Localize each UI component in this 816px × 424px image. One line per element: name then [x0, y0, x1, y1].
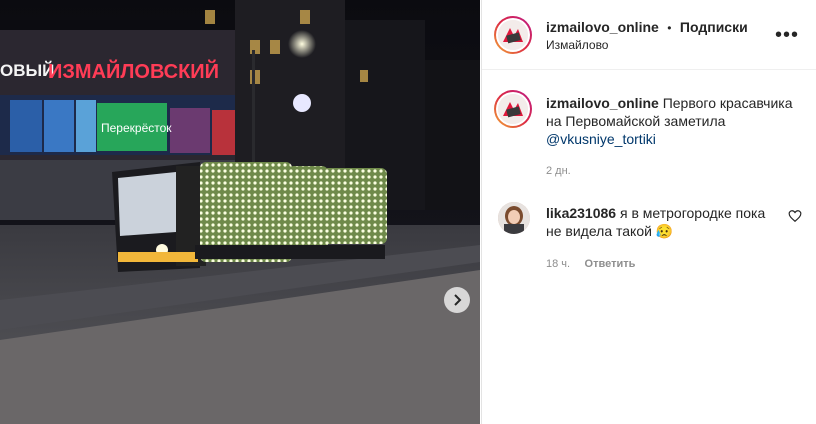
reply-button[interactable]: Ответить	[585, 258, 636, 270]
storefront-prefix: ОВЫЙ	[0, 61, 54, 80]
post-header: izmailovo_online • Подписки Измайлово ••…	[482, 0, 816, 70]
commenter-avatar[interactable]	[498, 202, 530, 234]
heart-icon	[788, 210, 802, 223]
profile-logo-icon	[498, 94, 528, 124]
shop-sign: Перекрёсток	[101, 121, 172, 135]
user-photo-icon	[498, 202, 530, 234]
caption-username[interactable]: izmailovo_online	[546, 95, 659, 111]
caption-time[interactable]: 2 дн.	[546, 165, 571, 177]
caption-mention[interactable]: @vkusniye_tortiki	[546, 131, 656, 147]
comment-time[interactable]: 18 ч.	[546, 258, 570, 270]
header-separator: •	[667, 21, 672, 35]
header-avatar[interactable]	[494, 16, 532, 54]
caption-avatar[interactable]	[494, 90, 532, 128]
header-username[interactable]: izmailovo_online	[546, 19, 659, 35]
post-sidebar: izmailovo_online • Подписки Измайлово ••…	[481, 0, 816, 424]
comment-like-button[interactable]	[788, 209, 802, 228]
next-photo-button[interactable]	[444, 287, 470, 313]
storefront-sign: ИЗМАЙЛОВСКИЙ	[48, 59, 219, 83]
comment-username[interactable]: lika231086	[546, 205, 616, 221]
tram-illustration	[112, 162, 387, 272]
post-caption: izmailovo_online Первого красавчика на П…	[546, 94, 796, 148]
location-link[interactable]: Измайлово	[546, 38, 608, 52]
chevron-right-icon	[454, 294, 462, 306]
comment-emoji: 😥	[655, 223, 674, 239]
following-button[interactable]: Подписки	[680, 19, 748, 35]
instagram-post-view: ОВЫЙ ИЗМАЙЛОВСКИЙ Перекрёсток izmailovo_…	[0, 0, 816, 424]
profile-logo-icon	[498, 20, 528, 50]
more-options-icon[interactable]: •••	[775, 24, 799, 47]
comment-body: lika231086 я в метрогородке пока не виде…	[546, 204, 766, 240]
post-photo[interactable]: ОВЫЙ ИЗМАЙЛОВСКИЙ Перекрёсток	[0, 0, 480, 424]
